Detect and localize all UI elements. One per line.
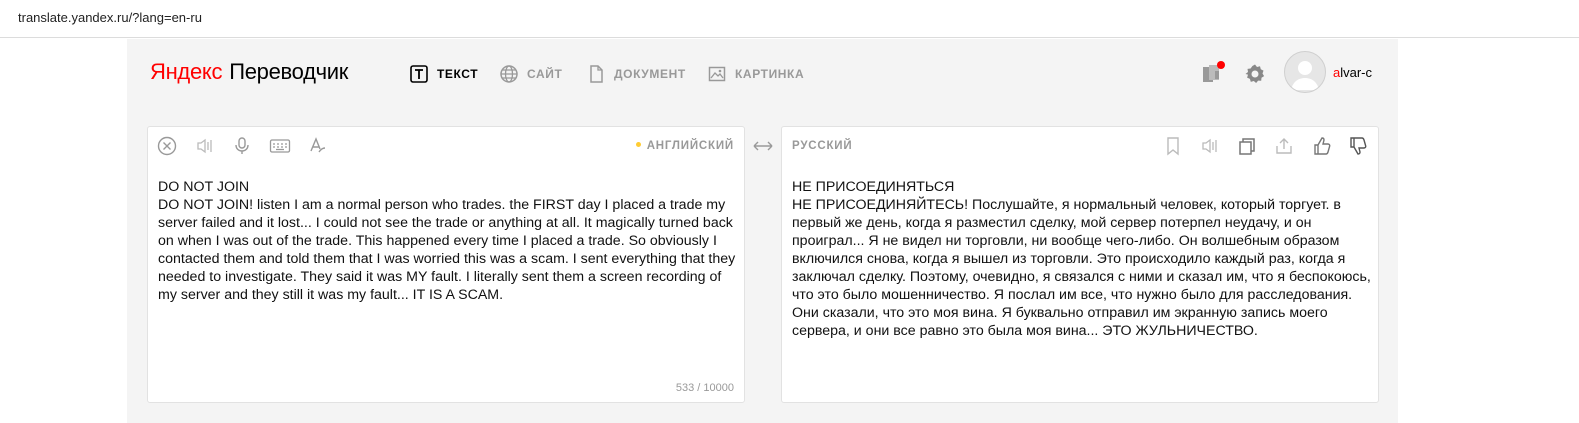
character-counter: 533 / 10000 (675, 382, 734, 394)
yandex-translate-logo[interactable]: Яндекс Переводчик (150, 59, 348, 85)
target-panel: РУССКИЙ НЕ ПРИСОЕДИНЯТЬСЯ НЕ ПРИСОЕДИНЯЙ… (781, 126, 1379, 403)
tab-image-label: КАРТИНКА (735, 67, 805, 81)
target-language-label: РУССКИЙ (792, 140, 853, 152)
speaker-icon (197, 138, 212, 154)
translation-output: НЕ ПРИСОЕДИНЯТЬСЯ НЕ ПРИСОЕДИНЯЙТЕСЬ! По… (792, 179, 1371, 339)
tab-document-label: ДОКУМЕНТ (614, 67, 686, 81)
copy-icon (1239, 138, 1255, 155)
share-icon (1276, 138, 1292, 154)
settings-button[interactable] (1244, 63, 1266, 85)
source-language-label: АНГЛИЙСКИЙ (646, 140, 734, 152)
source-panel: АНГЛИЙСКИЙ DO NOT JOIN DO NOT JOIN! list… (147, 126, 745, 403)
browser-address-bar[interactable]: translate.yandex.ru/?lang=en-ru (0, 0, 1579, 38)
url-text[interactable]: translate.yandex.ru/?lang=en-ru (18, 10, 202, 25)
spellcheck-button[interactable] (307, 135, 329, 157)
bookmark-button[interactable] (1162, 135, 1184, 157)
thumbs-up-icon (1314, 137, 1331, 155)
tab-image[interactable]: КАРТИНКА (707, 64, 804, 84)
tab-site-label: САЙТ (527, 67, 563, 81)
page-margin-right (1398, 39, 1579, 423)
avatar[interactable] (1284, 51, 1326, 93)
globe-icon (499, 64, 519, 84)
collections-button[interactable] (1200, 60, 1226, 86)
document-icon (586, 64, 606, 84)
image-icon (707, 64, 727, 84)
voice-input-button[interactable] (231, 135, 253, 157)
logo-product: Переводчик (229, 59, 349, 84)
text-icon (409, 64, 429, 84)
source-text-input[interactable]: DO NOT JOIN DO NOT JOIN! listen I am a n… (158, 178, 738, 304)
tab-site[interactable]: САЙТ (499, 64, 562, 84)
page-margin-left (0, 39, 127, 423)
microphone-icon (235, 137, 249, 154)
copy-button[interactable] (1236, 135, 1258, 157)
source-language-selector[interactable]: АНГЛИЙСКИЙ (635, 140, 734, 152)
tab-text-label: ТЕКСТ (437, 67, 479, 81)
thumbs-down-icon (1350, 137, 1367, 155)
target-language-selector[interactable]: РУССКИЙ (792, 140, 852, 152)
clear-button[interactable] (156, 135, 178, 157)
tab-text[interactable]: ТЕКСТ (409, 64, 478, 84)
swap-languages-button[interactable] (751, 139, 775, 153)
thumbs-down-button[interactable] (1347, 135, 1369, 157)
translator-page: Яндекс Переводчик ТЕКСТ САЙТ ДОКУМЕНТ КАР… (127, 39, 1398, 423)
user-name-rest: lvar-c (1340, 65, 1373, 80)
thumbs-up-button[interactable] (1311, 135, 1333, 157)
user-silhouette-icon (1291, 61, 1319, 90)
clear-icon (157, 136, 177, 156)
bookmark-icon (1167, 137, 1179, 156)
share-button[interactable] (1273, 135, 1295, 157)
listen-translation-button[interactable] (1199, 135, 1221, 157)
speaker-icon (1202, 138, 1217, 154)
tab-document[interactable]: ДОКУМЕНТ (586, 64, 686, 84)
collections-icon (1200, 61, 1226, 90)
language-detected-dot (635, 142, 641, 148)
listen-source-button[interactable] (194, 135, 216, 157)
virtual-keyboard-button[interactable] (269, 135, 291, 157)
spellcheck-icon (310, 137, 326, 153)
gear-icon (1244, 64, 1266, 89)
keyboard-icon (269, 139, 291, 153)
swap-arrows-icon (753, 141, 773, 151)
logo-brand: Яндекс (150, 59, 223, 84)
user-name[interactable]: alvar-c (1333, 65, 1372, 80)
